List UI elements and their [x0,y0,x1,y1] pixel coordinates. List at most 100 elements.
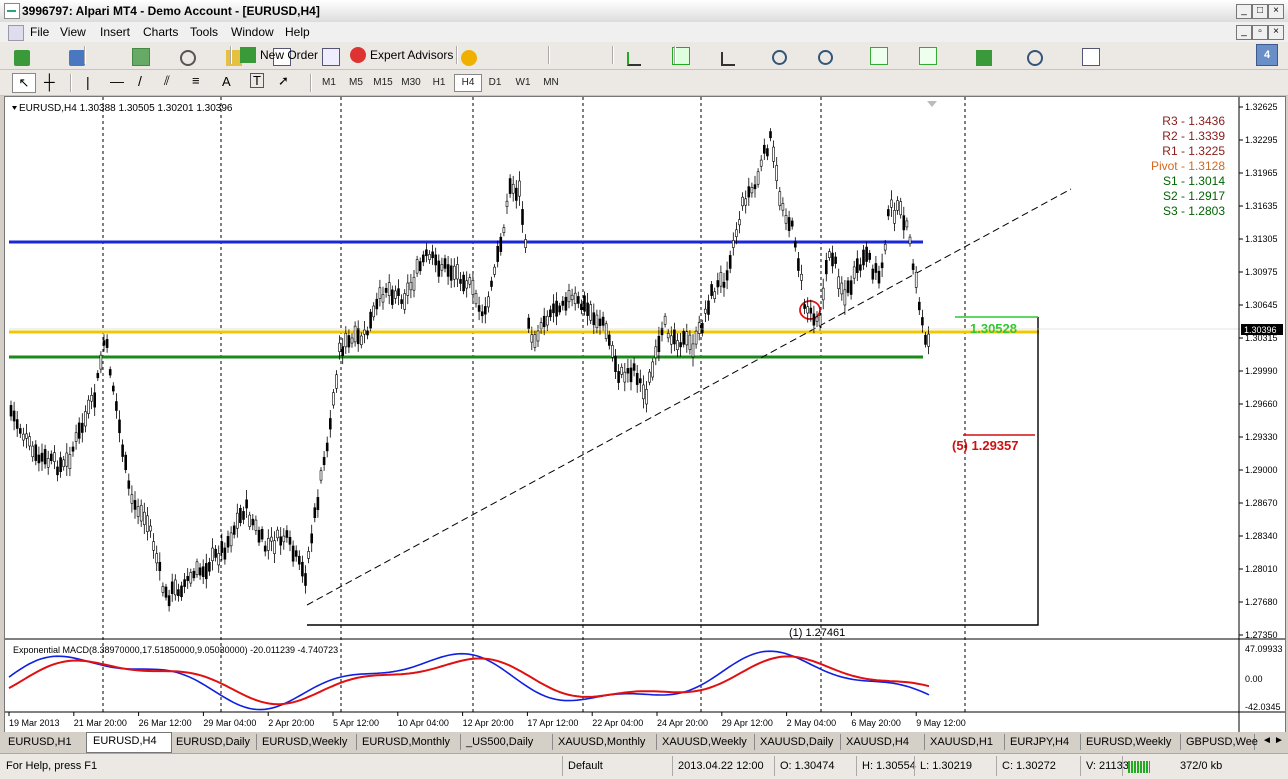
child-close-button[interactable]: × [1268,25,1284,40]
candle-body [307,551,310,559]
indicators-icon[interactable] [975,50,992,66]
status-low: L: 1.30219 [920,760,972,772]
menu-charts[interactable]: Charts [143,25,178,39]
date-tick-label: 26 Mar 12:00 [139,718,192,728]
candle-body [902,215,906,231]
line-chart-icon[interactable] [720,52,735,66]
channel-icon[interactable]: ⫽ [164,73,170,89]
tf-m15[interactable]: M15 [370,74,396,92]
trendline-icon[interactable]: / [138,73,142,89]
menu-view[interactable]: View [60,25,86,39]
auto-scroll-icon[interactable] [869,47,888,65]
maximize-button[interactable]: □ [1252,4,1268,19]
status-profile[interactable]: Default [568,760,603,772]
candle-body [840,282,844,295]
market-watch-icon[interactable] [132,48,151,66]
tf-w1[interactable]: W1 [510,74,536,92]
tab-eurjpy-h4[interactable]: EURJPY,H4 [1004,734,1081,750]
text-label-icon[interactable]: T [250,73,264,88]
tabs-scroll-left-icon[interactable]: ◄ [1262,735,1272,746]
minimize-button[interactable]: _ [1236,4,1252,19]
tab-eurusd-daily[interactable]: EURUSD,Daily [170,734,257,750]
menu-file[interactable]: File [30,25,49,39]
candle-body [927,333,930,347]
tf-d1[interactable]: D1 [482,74,508,92]
tab-gbpusd-wee[interactable]: GBPUSD,Wee [1180,734,1258,750]
arrows-icon[interactable]: ➚ [278,73,289,89]
profiles-icon[interactable] [69,50,86,66]
crosshair-icon[interactable]: ┼ [44,74,55,91]
notification-badge[interactable]: 4 [1256,44,1278,66]
tf-m1[interactable]: M1 [316,74,342,92]
fibonacci-icon[interactable]: ≡ [192,73,200,88]
candle-body [257,529,261,543]
tab-xauusd-monthly[interactable]: XAUUSD,Monthly [552,734,657,750]
candle-body [372,305,376,318]
chart-shift-icon[interactable] [918,47,937,65]
date-tick-label: 22 Apr 04:00 [592,718,643,728]
candle-body [9,405,13,417]
tab-xauusd-weekly[interactable]: XAUUSD,Weekly [656,734,755,750]
menu-help[interactable]: Help [285,25,310,39]
candle-body [297,555,301,565]
tab-eurusd-monthly[interactable]: EURUSD,Monthly [356,734,461,750]
menu-window[interactable]: Window [231,25,274,39]
navigator-crosshair-icon[interactable] [180,50,197,66]
date-tick-label: 10 Apr 04:00 [398,718,449,728]
text-icon[interactable]: A [222,74,231,89]
expansion-box[interactable] [307,317,1039,626]
menu-tools[interactable]: Tools [190,25,218,39]
candle-body [766,148,769,157]
shift-marker-icon[interactable] [927,101,937,107]
cursor-icon[interactable]: ↖ [12,73,36,93]
candle-body [251,518,255,526]
zoom-in-icon[interactable] [771,50,787,65]
candle-body [77,422,81,439]
bar-chart-icon[interactable] [626,52,641,66]
templates-icon[interactable] [1082,48,1101,66]
tab-eurusd-weekly[interactable]: EURUSD,Weekly [256,734,357,750]
horizontal-line-icon[interactable]: — [110,73,124,89]
tf-mn[interactable]: MN [538,74,564,92]
date-tick-label: 19 Mar 2013 [9,718,60,728]
tabs-scroll-right-icon[interactable]: ► [1274,735,1284,746]
menu-insert[interactable]: Insert [100,25,130,39]
child-window-icon[interactable] [8,25,24,41]
tab-eurusd-weekly[interactable]: EURUSD,Weekly [1080,734,1181,750]
candle-body [387,282,391,297]
tf-m30[interactable]: M30 [398,74,424,92]
trendline[interactable] [306,188,1072,606]
connection-bars-icon[interactable] [1128,761,1150,773]
chart-window[interactable]: 1.30528 (5) 1.29357 (1) 1.27461 1.30396 … [4,96,1286,733]
tf-m5[interactable]: M5 [343,74,369,92]
periods-clock-icon[interactable] [1027,50,1043,66]
new-chart-icon[interactable] [14,50,30,66]
macd-signal-line [8,655,930,706]
tab-eurusd-h4[interactable]: EURUSD,H4 [86,732,172,753]
tab-xauusd-h1[interactable]: XAUUSD,H1 [924,734,1005,750]
strategy-tester-icon[interactable] [322,48,341,66]
candle-body [542,315,546,327]
close-button[interactable]: × [1268,4,1284,19]
vertical-line-icon[interactable]: | [86,74,90,90]
zoom-out-icon[interactable] [817,50,833,65]
tf-h1[interactable]: H1 [426,74,452,92]
tab-xauusd-h4[interactable]: XAUUSD,H4 [840,734,925,750]
expert-advisors-button[interactable]: Expert Advisors [350,45,453,65]
candle-body [279,536,283,546]
candle-body [499,236,503,252]
child-minimize-button[interactable]: _ [1236,25,1252,40]
price-chart[interactable]: 1.30528 (5) 1.29357 (1) 1.27461 1.30396 … [5,97,1285,732]
candle-body [483,306,487,315]
candle-body [375,298,379,310]
candle-body [65,452,69,467]
candle-body [443,258,447,269]
tf-h4[interactable]: H4 [454,74,482,92]
tab-eurusd-h1[interactable]: EURUSD,H1 [2,734,87,750]
new-order-button[interactable]: New Order [240,45,318,65]
tab--us500-daily[interactable]: _US500,Daily [460,734,553,750]
child-restore-button[interactable]: ▫ [1252,25,1268,40]
price-tick-label: 1.29990 [1245,366,1278,376]
alert-icon[interactable] [461,50,478,66]
tab-xauusd-daily[interactable]: XAUUSD,Daily [754,734,841,750]
